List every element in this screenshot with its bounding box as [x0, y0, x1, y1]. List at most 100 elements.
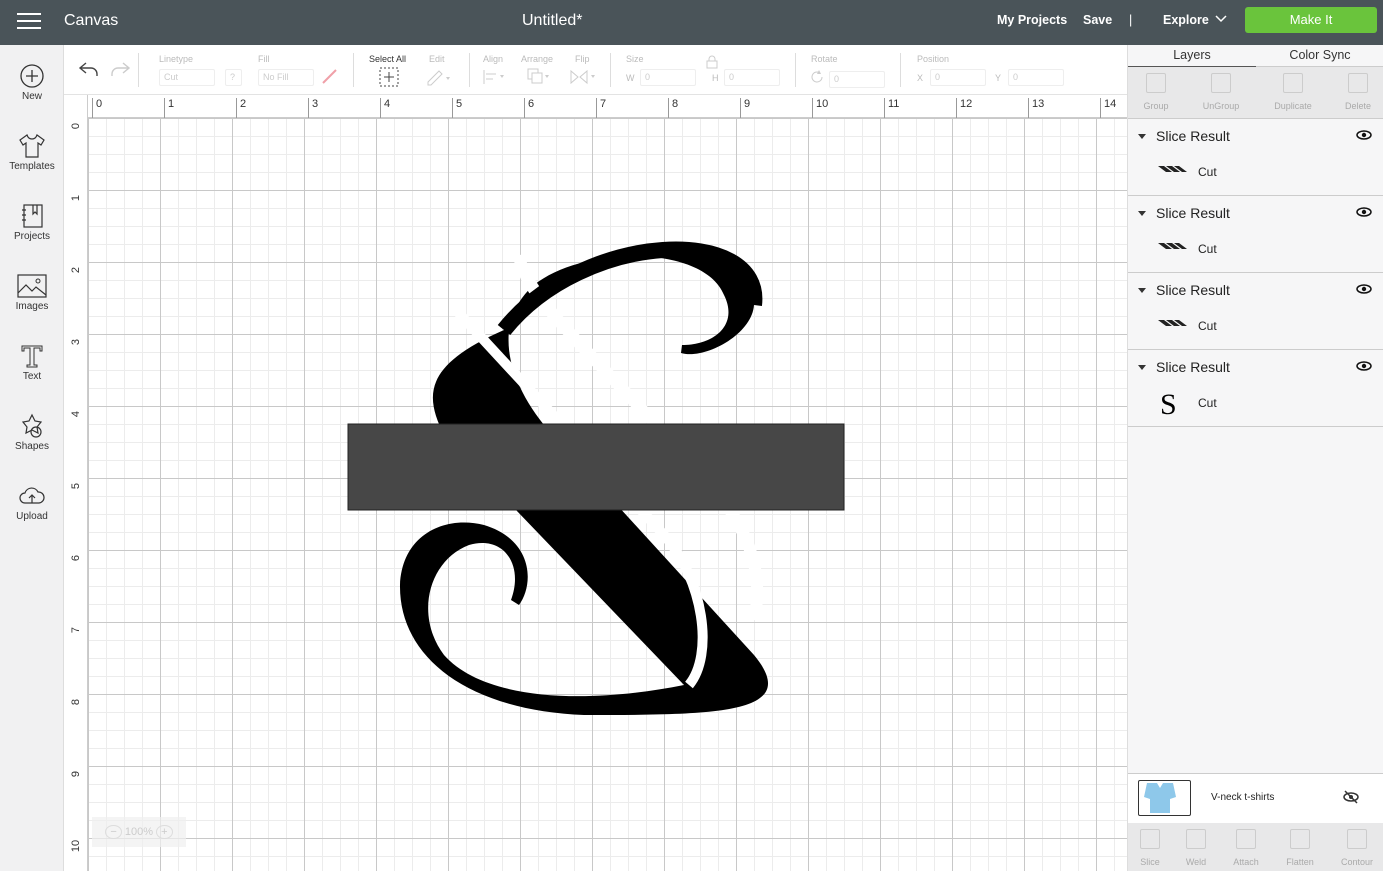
collapse-caret-icon[interactable]: [1138, 365, 1146, 370]
cloud-upload-icon: [19, 487, 45, 504]
make-it-button[interactable]: Make It: [1245, 7, 1377, 33]
design-canvas[interactable]: 0 1 2 3 4 5 6 7 8 9 10 11 12 13 14 0 1 2 3 4 5 6 7 8 9 10 − 100%…: [64, 95, 1127, 871]
width-input[interactable]: 0: [640, 69, 696, 86]
cut-pattern-icon: [1158, 166, 1187, 172]
undo-icon[interactable]: [78, 60, 100, 78]
top-bar: Canvas Untitled* My Projects Save | Expl…: [0, 0, 1383, 45]
fill-label: Fill: [258, 54, 270, 64]
slice-icon: [1140, 829, 1160, 849]
contour-icon: [1347, 829, 1367, 849]
tab-layers[interactable]: Layers: [1128, 45, 1256, 67]
lock-icon[interactable]: [706, 55, 718, 69]
layers-panel: Layers Color Sync Group UnGroup Duplicat…: [1127, 45, 1383, 871]
align-label: Align: [483, 54, 504, 64]
image-icon: [17, 274, 47, 298]
layer-type: Cut: [1198, 319, 1217, 333]
eye-icon[interactable]: [1356, 361, 1372, 371]
layer-type: Cut: [1198, 396, 1217, 410]
y-input[interactable]: 0: [1008, 69, 1064, 86]
sidebar-label: Shapes: [15, 441, 49, 452]
layer-item[interactable]: Slice Result Cut: [1128, 273, 1383, 350]
rotate-input[interactable]: 0: [829, 71, 885, 88]
svg-text:S: S: [1160, 388, 1177, 418]
mat-row[interactable]: V-neck t-shirts: [1128, 773, 1383, 823]
fill-select[interactable]: No Fill: [258, 69, 314, 86]
sidebar-item-images[interactable]: Images: [0, 273, 64, 333]
cut-pattern-icon: [1158, 320, 1187, 326]
sidebar-item-projects[interactable]: Projects: [0, 203, 64, 263]
app-title: Canvas: [64, 12, 119, 29]
plus-circle-icon: [20, 64, 44, 88]
arrange-icon[interactable]: [526, 67, 552, 87]
delete-button[interactable]: Delete: [1328, 71, 1383, 111]
rectangle-shape[interactable]: [347, 423, 845, 511]
sidebar-item-text[interactable]: Text: [0, 343, 64, 403]
height-input[interactable]: 0: [724, 69, 780, 86]
sidebar-item-shapes[interactable]: Shapes: [0, 413, 64, 473]
sidebar-label: New: [21, 91, 42, 102]
layer-type: Cut: [1198, 165, 1217, 179]
eye-icon[interactable]: [1356, 207, 1372, 217]
flatten-icon: [1290, 829, 1310, 849]
collapse-caret-icon[interactable]: [1138, 134, 1146, 139]
sidebar-item-new[interactable]: New: [0, 63, 64, 123]
shapes-icon: [21, 413, 43, 438]
rotate-icon: [811, 70, 823, 83]
contour-button[interactable]: Contour: [1327, 827, 1383, 867]
group-button[interactable]: Group: [1126, 71, 1186, 111]
rotate-label: Rotate: [811, 54, 838, 64]
text-icon: [21, 345, 43, 368]
eye-icon[interactable]: [1356, 284, 1372, 294]
size-label: Size: [626, 54, 644, 64]
no-fill-swatch-icon[interactable]: [320, 67, 338, 85]
menu-icon[interactable]: [17, 13, 41, 31]
x-label: X: [917, 73, 924, 83]
eye-hidden-icon[interactable]: [1342, 790, 1360, 804]
sidebar-label: Templates: [9, 161, 55, 172]
duplicate-button[interactable]: Duplicate: [1263, 71, 1323, 111]
select-all-label: Select All: [369, 54, 407, 64]
sidebar-label: Upload: [16, 511, 48, 522]
linetype-help-button[interactable]: ?: [225, 69, 242, 86]
explore-menu[interactable]: Explore: [1163, 13, 1209, 27]
zoom-control[interactable]: − 100% +: [92, 817, 186, 847]
sidebar-label: Text: [22, 371, 42, 382]
edit-toolbar: Linetype Cut ? Fill No Fill Select All E…: [64, 45, 1127, 95]
divider: |: [1129, 13, 1133, 27]
zoom-level: 100%: [124, 826, 154, 838]
ungroup-button[interactable]: UnGroup: [1191, 71, 1251, 111]
height-label: H: [712, 73, 719, 83]
attach-icon: [1236, 829, 1256, 849]
chevron-down-icon: [1215, 15, 1227, 23]
collapse-caret-icon[interactable]: [1138, 211, 1146, 216]
flatten-button[interactable]: Flatten: [1270, 827, 1330, 867]
save-button[interactable]: Save: [1083, 13, 1112, 27]
align-icon[interactable]: [482, 69, 508, 85]
tab-color-sync[interactable]: Color Sync: [1256, 45, 1383, 67]
s-shape-icon: S: [1160, 388, 1177, 418]
ungroup-icon: [1211, 73, 1231, 93]
eye-icon[interactable]: [1356, 130, 1372, 140]
layer-item[interactable]: Slice Result Cut: [1128, 119, 1383, 196]
sidebar-item-templates[interactable]: Templates: [0, 133, 64, 193]
layer-name: Slice Result: [1156, 205, 1230, 221]
design-artwork[interactable]: [64, 95, 1127, 871]
edit-icon[interactable]: [425, 67, 451, 87]
flip-icon[interactable]: [569, 67, 597, 87]
linetype-select[interactable]: Cut: [159, 69, 215, 86]
cut-pattern-icon: [1158, 243, 1187, 249]
my-projects-link[interactable]: My Projects: [997, 13, 1067, 27]
attach-button[interactable]: Attach: [1216, 827, 1276, 867]
collapse-caret-icon[interactable]: [1138, 288, 1146, 293]
tshirt-thumbnail: [1138, 780, 1191, 816]
layer-item[interactable]: Slice Result Cut: [1128, 196, 1383, 273]
flip-label: Flip: [575, 54, 590, 64]
sidebar-item-upload[interactable]: Upload: [0, 483, 64, 543]
document-title: Untitled*: [522, 12, 583, 29]
layer-actions: Group UnGroup Duplicate Delete: [1128, 67, 1383, 119]
duplicate-icon: [1283, 73, 1303, 93]
layer-item[interactable]: Slice Result S Cut: [1128, 350, 1383, 427]
select-all-icon[interactable]: [379, 67, 399, 87]
redo-icon[interactable]: [109, 60, 131, 78]
x-input[interactable]: 0: [930, 69, 986, 86]
